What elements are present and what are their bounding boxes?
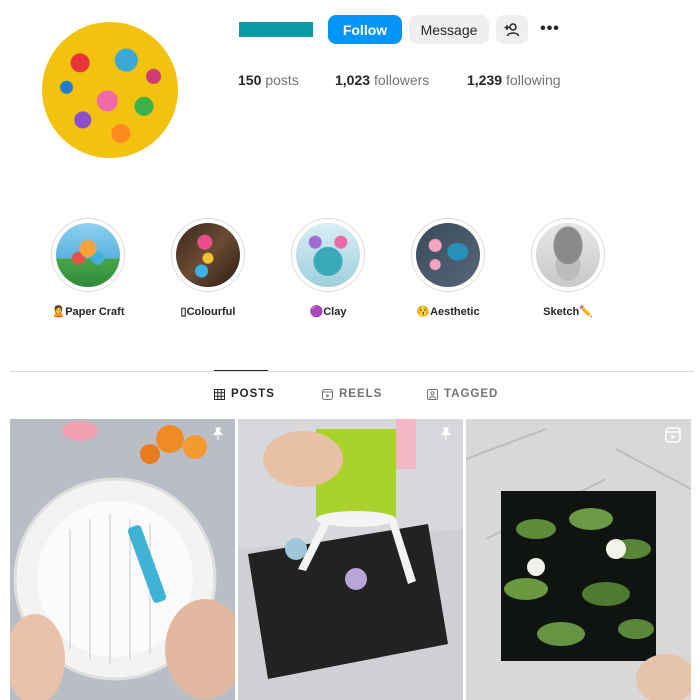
reels-icon — [322, 388, 333, 400]
followers-label: followers — [374, 72, 430, 88]
pin-icon — [440, 427, 452, 440]
more-icon: ••• — [540, 20, 560, 37]
highlight-label: 🟣Clay — [309, 306, 347, 318]
highlight-ring — [51, 218, 125, 292]
posts-count: 150 — [238, 72, 262, 88]
highlight-paper-craft[interactable]: 🙎Paper Craft — [48, 218, 128, 318]
highlight-cover-image — [56, 223, 120, 287]
tab-label: REELS — [339, 388, 383, 400]
message-button[interactable]: Message — [409, 15, 489, 44]
highlight-cover-image — [296, 223, 360, 287]
highlight-label: 🙎Paper Craft — [51, 306, 125, 318]
post-thumbnail-paper-cup — [238, 419, 463, 700]
reels-icon — [665, 427, 681, 443]
highlight-clay[interactable]: 🟣Clay — [288, 218, 368, 318]
highlight-ring — [531, 218, 605, 292]
highlight-label: ▯Colourful — [180, 306, 236, 318]
highlight-aesthetic[interactable]: 😚Aesthetic — [408, 218, 488, 318]
post-tile[interactable] — [238, 419, 463, 700]
followers-stat[interactable]: 1,023 followers — [335, 72, 429, 88]
following-count: 1,239 — [467, 72, 503, 88]
tabs-divider — [10, 371, 694, 372]
posts-label: posts — [265, 72, 299, 88]
pin-icon — [212, 427, 224, 440]
highlight-label: Sketch✏️ — [543, 306, 593, 318]
following-label: following — [506, 72, 561, 88]
grid-icon — [214, 388, 225, 400]
post-tile[interactable] — [10, 419, 235, 700]
highlight-sketch[interactable]: Sketch✏️ — [528, 218, 608, 318]
followers-count: 1,023 — [335, 72, 371, 88]
active-tab-indicator — [214, 370, 268, 371]
post-thumbnail-paper-plate — [10, 419, 235, 700]
follow-button[interactable]: Follow — [328, 15, 402, 44]
highlight-cover-image — [416, 223, 480, 287]
posts-count-stat: 150 posts — [238, 72, 299, 88]
highlight-colourful[interactable]: ▯Colourful — [168, 218, 248, 318]
following-stat[interactable]: 1,239 following — [467, 72, 561, 88]
add-user-icon — [504, 22, 520, 36]
highlight-label: 😚Aesthetic — [416, 306, 480, 318]
tagged-icon — [427, 388, 438, 400]
tab-reels[interactable]: REELS — [322, 388, 382, 400]
suggested-accounts-button[interactable] — [496, 15, 528, 44]
highlight-cover-image — [176, 223, 240, 287]
tab-label: POSTS — [231, 388, 275, 400]
username-redacted — [239, 22, 313, 37]
tab-tagged[interactable]: TAGGED — [427, 388, 498, 400]
post-tile[interactable] — [466, 419, 691, 700]
tab-label: TAGGED — [444, 388, 499, 400]
more-options-button[interactable]: ••• — [538, 18, 562, 40]
highlight-ring — [411, 218, 485, 292]
highlight-cover-image — [536, 223, 600, 287]
highlight-ring — [291, 218, 365, 292]
highlight-ring — [171, 218, 245, 292]
tab-posts[interactable]: POSTS — [214, 388, 275, 400]
post-thumbnail-lily-painting — [466, 419, 691, 700]
profile-avatar[interactable] — [42, 22, 178, 158]
